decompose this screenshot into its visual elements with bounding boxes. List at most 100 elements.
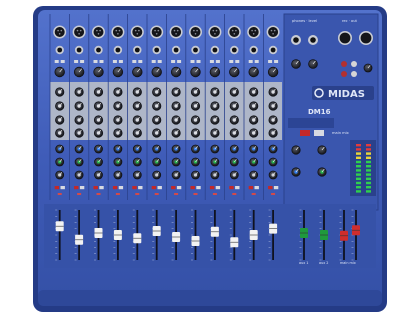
ch11-gain-knob[interactable] (248, 66, 259, 78)
ch9-eq-low-knob[interactable] (210, 128, 220, 138)
ch1-lowcut-button[interactable] (60, 60, 65, 63)
ch4-aux1-knob[interactable] (113, 144, 123, 154)
ch3-aux2-knob[interactable] (94, 157, 103, 167)
rca-jack-4[interactable] (351, 71, 357, 77)
main-out-xlr-2[interactable] (359, 31, 373, 45)
ch7-aux2-knob[interactable] (171, 157, 181, 167)
ch10-eq-freq-knob[interactable] (229, 115, 239, 125)
ch2-pfl-button[interactable] (79, 186, 85, 190)
phones-jack-1[interactable] (291, 35, 301, 45)
ch9-gain-knob[interactable] (209, 66, 221, 78)
phones-jack-2[interactable] (308, 35, 318, 45)
ch5-gain-knob[interactable] (132, 66, 143, 78)
ch2-aux2-knob[interactable] (74, 157, 84, 167)
ch2-lowcut-button[interactable] (80, 60, 85, 63)
ch6-xlr-input[interactable] (150, 25, 164, 39)
ch8-aux1-knob[interactable] (191, 144, 200, 154)
ch3-phantom-button[interactable] (93, 60, 98, 63)
ch1-mute-button[interactable] (54, 186, 60, 190)
ch4-lowcut-button[interactable] (118, 60, 123, 63)
ch4-eq-low-knob[interactable] (113, 128, 123, 138)
ch8-gain-knob[interactable] (190, 66, 201, 78)
ch8-aux2-knob[interactable] (191, 157, 200, 167)
ch12-eq-freq-knob[interactable] (268, 115, 278, 125)
ch3-aux1-knob[interactable] (94, 144, 103, 154)
ch8-line-input[interactable] (191, 45, 200, 55)
ch6-phantom-button[interactable] (151, 60, 156, 63)
ch3-line-input[interactable] (94, 45, 103, 55)
ch2-mute-button[interactable] (74, 186, 79, 190)
ch7-xlr-input[interactable] (169, 25, 183, 39)
ch8-lowcut-button[interactable] (196, 60, 201, 63)
fx-pfl-button[interactable] (314, 130, 324, 136)
ch9-pfl-button[interactable] (215, 186, 221, 190)
ch12-mute-button[interactable] (268, 186, 273, 190)
ch11-eq-high-knob[interactable] (249, 87, 259, 97)
ch8-xlr-input[interactable] (189, 25, 202, 39)
ch9-pan-knob[interactable] (210, 170, 220, 180)
ch11-pan-knob[interactable] (249, 170, 259, 180)
ch8-pan-knob[interactable] (191, 170, 200, 180)
ch6-pfl-button[interactable] (157, 186, 162, 190)
ch3-pfl-button[interactable] (99, 186, 104, 190)
ch4-eq-high-knob[interactable] (113, 87, 123, 97)
ch11-eq-mid-knob[interactable] (249, 101, 259, 111)
rec-level-knob[interactable] (363, 63, 373, 73)
aux1-master-knob[interactable] (291, 167, 301, 177)
ch3-gain-knob[interactable] (93, 66, 104, 78)
ch6-aux1-knob[interactable] (152, 144, 162, 154)
ch6-aux2-knob[interactable] (152, 157, 162, 167)
ch3-eq-mid-knob[interactable] (93, 101, 104, 111)
ch10-line-input[interactable] (230, 45, 239, 55)
ch10-xlr-input[interactable] (227, 25, 241, 39)
ch11-xlr-input[interactable] (247, 25, 261, 39)
ch1-eq-high-knob[interactable] (55, 87, 65, 97)
ch6-lowcut-button[interactable] (157, 60, 162, 63)
ch7-lowcut-button[interactable] (177, 60, 182, 63)
ch2-aux1-knob[interactable] (74, 144, 84, 154)
ch8-phantom-button[interactable] (190, 60, 195, 63)
ch1-eq-freq-knob[interactable] (55, 115, 65, 125)
ch12-phantom-button[interactable] (268, 60, 273, 63)
ch5-eq-high-knob[interactable] (132, 87, 142, 97)
ch3-lowcut-button[interactable] (99, 60, 104, 63)
ch8-eq-high-knob[interactable] (190, 87, 201, 97)
ch11-phantom-button[interactable] (248, 60, 253, 63)
ch12-line-input[interactable] (268, 45, 278, 55)
ch12-eq-high-knob[interactable] (268, 87, 278, 97)
ch2-line-input[interactable] (74, 45, 84, 55)
ch11-pfl-button[interactable] (254, 186, 259, 190)
ch4-aux2-knob[interactable] (113, 157, 123, 167)
ch9-mute-button[interactable] (209, 186, 215, 190)
ch10-gain-knob[interactable] (229, 66, 240, 78)
ch12-gain-knob[interactable] (267, 66, 279, 78)
ch3-xlr-input[interactable] (92, 25, 105, 39)
ch10-pan-knob[interactable] (229, 170, 239, 180)
ch8-eq-freq-knob[interactable] (190, 115, 201, 125)
ch1-aux1-knob[interactable] (55, 144, 65, 154)
ch12-lowcut-button[interactable] (274, 60, 279, 63)
ch4-gain-knob[interactable] (112, 66, 124, 78)
ch9-aux2-knob[interactable] (210, 157, 220, 167)
ch7-aux1-knob[interactable] (171, 144, 181, 154)
ch4-pfl-button[interactable] (118, 186, 124, 190)
ch3-mute-button[interactable] (93, 186, 98, 190)
ch12-pan-knob[interactable] (268, 170, 278, 180)
ch4-eq-mid-knob[interactable] (113, 101, 123, 111)
ch10-pfl-button[interactable] (235, 186, 240, 190)
ch9-line-input[interactable] (210, 45, 220, 55)
ch12-aux1-knob[interactable] (268, 144, 278, 154)
ch7-line-input[interactable] (171, 45, 181, 55)
ch6-eq-freq-knob[interactable] (152, 115, 162, 125)
ch3-eq-freq-knob[interactable] (93, 115, 104, 125)
rca-jack-3[interactable] (341, 71, 347, 77)
ch5-pfl-button[interactable] (138, 186, 143, 190)
ch12-eq-mid-knob[interactable] (268, 101, 278, 111)
ch9-phantom-button[interactable] (209, 60, 214, 63)
ch11-line-input[interactable] (249, 45, 258, 55)
control-room-knob[interactable] (308, 59, 318, 69)
ch7-gain-knob[interactable] (170, 66, 182, 78)
ch7-phantom-button[interactable] (171, 60, 176, 63)
ch2-eq-freq-knob[interactable] (74, 115, 84, 125)
ch10-mute-button[interactable] (229, 186, 234, 190)
